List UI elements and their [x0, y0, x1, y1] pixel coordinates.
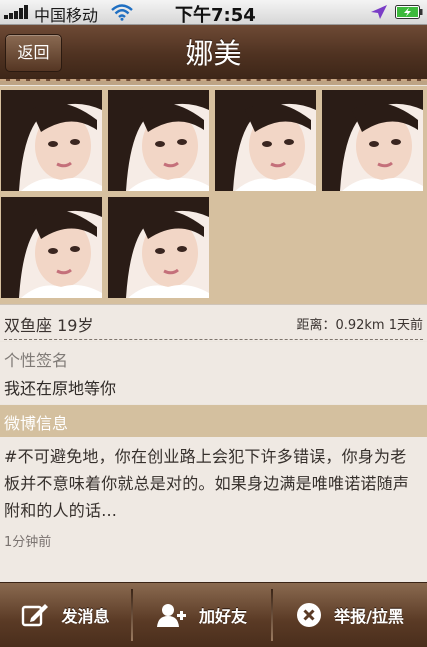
nav-bar: 返回 娜美	[0, 25, 427, 85]
carrier-name: 中国移动	[34, 6, 99, 25]
weibo-post-text: #不可避免地，你在创业路上会犯下许多错误，你身为老板并不意味着你就总是对的。如果…	[4, 447, 410, 520]
send-message-label: 发消息	[61, 607, 110, 626]
wifi-icon	[111, 4, 133, 21]
report-block-button[interactable]: 举报/拉黑	[273, 583, 427, 647]
dashed-divider	[4, 339, 423, 340]
send-message-button[interactable]: 发消息	[0, 583, 131, 647]
bottom-toolbar: 发消息 加好友 举报/拉黑	[0, 582, 427, 647]
profile-photo-5[interactable]	[1, 197, 102, 298]
profile-photo-6[interactable]	[108, 197, 209, 298]
distance-time: 距离：0.92km 1天前	[296, 318, 423, 333]
photo-grid	[0, 86, 427, 304]
basic-info-row: 双鱼座 19岁 距离：0.92km 1天前	[0, 304, 427, 341]
add-friend-label: 加好友	[198, 607, 247, 626]
signature-section: 个性签名 我还在原地等你	[0, 342, 427, 404]
add-friend-button[interactable]: 加好友	[133, 583, 271, 647]
profile-photo-1[interactable]	[1, 90, 102, 191]
profile-photo-2[interactable]	[108, 90, 209, 191]
status-time: 下午7:54	[175, 5, 256, 26]
portrait-image	[215, 90, 316, 191]
portrait-image	[108, 197, 209, 298]
add-user-icon	[156, 604, 186, 627]
report-block-label: 举报/拉黑	[334, 607, 404, 626]
signature-text: 我还在原地等你	[4, 379, 117, 398]
signature-label: 个性签名	[4, 351, 69, 370]
weibo-post-time: 1分钟前	[4, 535, 52, 550]
compose-icon	[22, 604, 49, 627]
close-circle-icon	[297, 603, 322, 627]
battery-icon	[395, 5, 423, 19]
profile-photo-3[interactable]	[215, 90, 316, 191]
portrait-image	[322, 90, 423, 191]
weibo-post[interactable]: #不可避免地，你在创业路上会犯下许多错误，你身为老板并不意味着你就总是对的。如果…	[0, 437, 427, 582]
profile-photo-4[interactable]	[322, 90, 423, 191]
location-arrow-icon	[371, 5, 387, 19]
status-bar: 中国移动 下午7:54	[0, 0, 427, 26]
portrait-image	[1, 90, 102, 191]
weibo-section-header: 微博信息	[0, 405, 427, 437]
zodiac-age: 双鱼座 19岁	[4, 316, 94, 335]
page-title: 娜美	[185, 37, 242, 70]
portrait-image	[1, 197, 102, 298]
weibo-header-label: 微博信息	[4, 414, 69, 433]
signal-strength-icon	[4, 5, 30, 19]
portrait-image	[108, 90, 209, 191]
